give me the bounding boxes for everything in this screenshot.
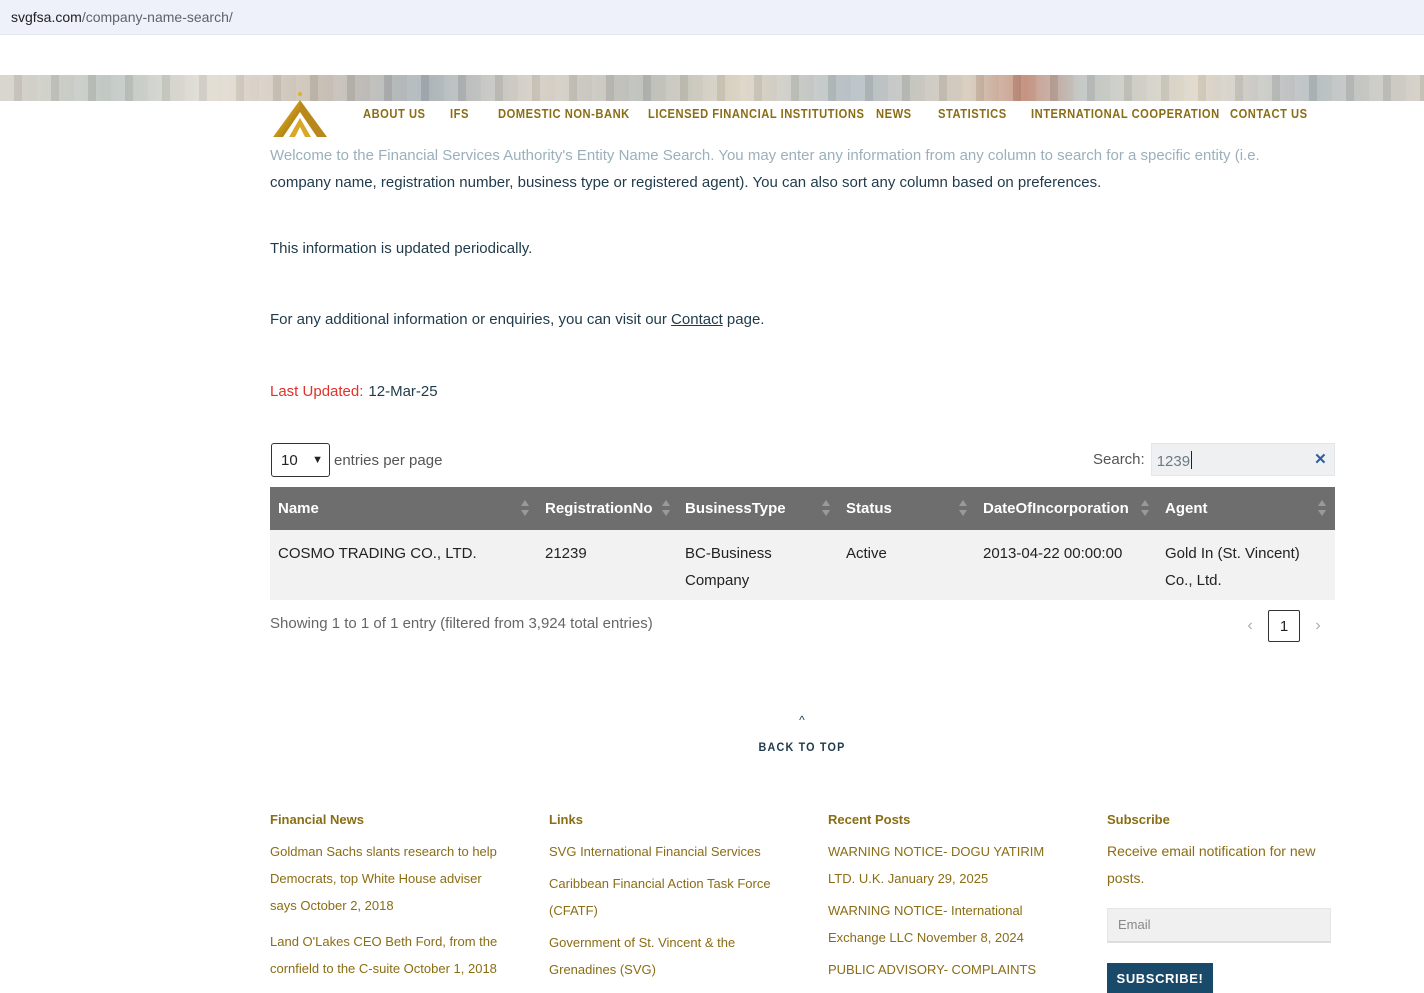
footer-link-item[interactable]: Government of St. Vincent & the Grenadin… <box>549 929 779 983</box>
cell-date-of-incorporation: 2013-04-22 00:00:00 <box>983 545 1123 562</box>
header-banner-image <box>0 75 1424 101</box>
entries-per-page-control: 10 ▼ entries per page <box>271 443 442 477</box>
recent-post-item[interactable]: WARNING NOTICE- International Exchange L… <box>828 897 1058 951</box>
column-header-label: Agent <box>1165 500 1208 517</box>
search-input[interactable]: 1239 ✕ <box>1150 443 1335 476</box>
column-header-date-of-incorporation[interactable]: DateOfIncorporation <box>975 487 1129 530</box>
nav-news[interactable]: NEWS <box>876 106 912 121</box>
cell-status: Active <box>846 545 887 562</box>
url-path: /company-name-search/ <box>81 9 233 25</box>
last-updated-label: Last Updated: <box>270 383 364 400</box>
cell-business-type-line-2: Company <box>685 572 750 589</box>
clear-search-icon[interactable]: ✕ <box>1314 450 1327 468</box>
cell-business-type-line-1: BC-Business <box>685 545 772 562</box>
column-header-label: Name <box>278 500 319 517</box>
nav-ifs[interactable]: IFS <box>450 106 469 121</box>
entries-per-page-label: entries per page <box>334 451 443 469</box>
chevron-up-icon: ^ <box>799 713 805 727</box>
financial-news-item[interactable]: Goldman Sachs slants research to help De… <box>270 838 500 919</box>
column-header-label: RegistrationNo <box>545 500 653 517</box>
subscribe-description: Receive email notification for new posts… <box>1107 843 1316 886</box>
url-domain: svgfsa.com <box>11 9 82 25</box>
sort-icon[interactable] <box>1141 500 1149 518</box>
browser-address-bar[interactable]: svgfsa.com/company-name-search/ <box>0 0 1424 35</box>
contact-suffix: page. <box>722 311 765 328</box>
sort-icon[interactable] <box>662 500 670 518</box>
footer-link-item[interactable]: SVG International Financial Services <box>549 838 779 865</box>
updated-note: This information is updated periodically… <box>270 240 533 257</box>
footer-links: Links SVG International Financial Servic… <box>549 812 779 988</box>
entries-per-page-value: 10 <box>281 451 298 469</box>
page-button-1[interactable]: 1 <box>1268 610 1300 642</box>
financial-news-item[interactable]: Land O'Lakes CEO Beth Ford, from the cor… <box>270 928 500 982</box>
column-header-status[interactable]: Status <box>838 487 892 530</box>
search-label: Search: <box>1093 451 1145 468</box>
nav-international-cooperation[interactable]: INTERNATIONAL COOPERATION <box>1031 106 1220 121</box>
footer-subscribe: Subscribe Receive email notification for… <box>1107 812 1337 993</box>
table-search: Search: 1239 ✕ <box>1093 443 1335 476</box>
last-updated-value: 12-Mar-25 <box>368 383 438 400</box>
sort-icon[interactable] <box>521 500 529 518</box>
column-header-business-type[interactable]: BusinessType <box>677 487 786 530</box>
cell-registration-no: 21239 <box>545 545 587 562</box>
cell-agent-line-2: Co., Ltd. <box>1165 572 1222 589</box>
cell-agent: Gold In (St. Vincent) Co., Ltd. <box>1157 540 1300 594</box>
column-header-agent[interactable]: Agent <box>1157 487 1208 530</box>
back-to-top-link[interactable]: ^ BACK TO TOP <box>752 713 852 754</box>
text-caret <box>1191 451 1193 469</box>
column-header-label: DateOfIncorporation <box>983 500 1129 517</box>
subscribe-button[interactable]: SUBSCRIBE! <box>1107 963 1213 993</box>
search-input-value: 1239 <box>1156 453 1191 470</box>
url-text[interactable]: svgfsa.com/company-name-search/ <box>11 9 233 25</box>
table-info: Showing 1 to 1 of 1 entry (filtered from… <box>270 615 653 632</box>
contact-paragraph: For any additional information or enquir… <box>270 311 764 328</box>
table-header: Name RegistrationNo BusinessType Status … <box>270 487 1335 530</box>
contact-link[interactable]: Contact <box>671 311 723 328</box>
cell-name: COSMO TRADING CO., LTD. <box>278 545 477 562</box>
sort-icon[interactable] <box>1318 500 1326 518</box>
footer-recent-posts-title: Recent Posts <box>828 812 911 827</box>
pagination: ‹ 1 › <box>1240 610 1328 642</box>
column-header-registration-no[interactable]: RegistrationNo <box>537 487 653 530</box>
column-header-label: Status <box>846 500 892 517</box>
intro-paragraph: Welcome to the Financial Services Author… <box>270 142 1340 196</box>
column-header-label: BusinessType <box>685 500 786 517</box>
fsa-logo[interactable] <box>271 88 329 138</box>
cell-agent-line-1: Gold In (St. Vincent) <box>1165 545 1300 562</box>
column-header-name[interactable]: Name <box>270 487 319 530</box>
nav-contact-us[interactable]: CONTACT US <box>1230 106 1308 121</box>
footer-financial-news-title: Financial News <box>270 812 364 827</box>
email-field[interactable]: Email <box>1107 908 1331 943</box>
cell-business-type: BC-Business Company <box>677 540 772 594</box>
entries-per-page-select[interactable]: 10 ▼ <box>271 443 330 477</box>
sort-icon[interactable] <box>822 500 830 518</box>
nav-about-us[interactable]: ABOUT US <box>363 106 426 121</box>
back-to-top-label: BACK TO TOP <box>758 740 846 754</box>
contact-prefix: For any additional information or enquir… <box>270 311 672 328</box>
footer-financial-news: Financial News Goldman Sachs slants rese… <box>270 812 500 991</box>
footer-links-title: Links <box>549 812 583 827</box>
previous-page-icon[interactable]: ‹ <box>1240 617 1260 635</box>
next-page-icon[interactable]: › <box>1308 617 1328 635</box>
chevron-down-icon: ▼ <box>312 454 323 466</box>
recent-post-item[interactable]: PUBLIC ADVISORY- COMPLAINTS <box>828 956 1058 983</box>
intro-line-1: Welcome to the Financial Services Author… <box>270 147 1260 164</box>
footer-subscribe-title: Subscribe <box>1107 812 1170 827</box>
nav-statistics[interactable]: STATISTICS <box>938 106 1007 121</box>
last-updated: Last Updated: 12-Mar-25 <box>270 383 438 400</box>
table-row[interactable]: COSMO TRADING CO., LTD. 21239 BC-Busines… <box>270 530 1335 600</box>
footer-recent-posts: Recent Posts WARNING NOTICE- DOGU YATIRI… <box>828 812 1058 988</box>
sort-icon[interactable] <box>959 500 967 518</box>
intro-line-2: company name, registration number, busin… <box>270 174 1102 191</box>
nav-licensed-financial-institutions[interactable]: LICENSED FINANCIAL INSTITUTIONS <box>648 106 864 121</box>
footer-link-item[interactable]: Caribbean Financial Action Task Force (C… <box>549 870 779 924</box>
recent-post-item[interactable]: WARNING NOTICE- DOGU YATIRIM LTD. U.K. J… <box>828 838 1058 892</box>
nav-domestic-non-bank[interactable]: DOMESTIC NON-BANK <box>498 106 630 121</box>
